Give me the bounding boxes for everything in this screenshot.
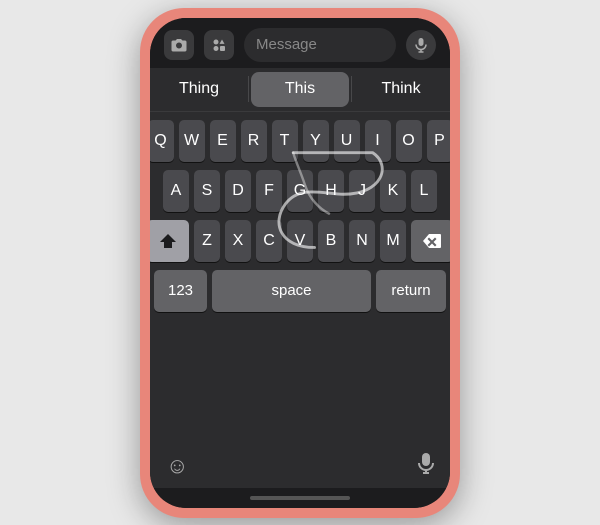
key-u[interactable]: U bbox=[334, 120, 360, 162]
key-y[interactable]: Y bbox=[303, 120, 329, 162]
key-e[interactable]: E bbox=[210, 120, 236, 162]
bottom-bar: ☺ bbox=[150, 444, 450, 488]
key-a[interactable]: A bbox=[163, 170, 189, 212]
predictive-this[interactable]: This bbox=[251, 72, 349, 107]
key-s[interactable]: S bbox=[194, 170, 220, 212]
key-j[interactable]: J bbox=[349, 170, 375, 212]
key-q[interactable]: Q bbox=[150, 120, 174, 162]
key-c[interactable]: C bbox=[256, 220, 282, 262]
key-m[interactable]: M bbox=[380, 220, 406, 262]
key-l[interactable]: L bbox=[411, 170, 437, 212]
key-b[interactable]: B bbox=[318, 220, 344, 262]
home-bar bbox=[250, 496, 350, 500]
home-indicator bbox=[150, 488, 450, 508]
message-placeholder: Message bbox=[256, 36, 317, 53]
pred-divider-left bbox=[248, 76, 249, 102]
key-f[interactable]: F bbox=[256, 170, 282, 212]
key-v[interactable]: V bbox=[287, 220, 313, 262]
keyboard-area: Q W E R T Y U I O P A S D F G H J K bbox=[150, 112, 450, 444]
key-r[interactable]: R bbox=[241, 120, 267, 162]
key-x[interactable]: X bbox=[225, 220, 251, 262]
key-t[interactable]: T bbox=[272, 120, 298, 162]
predictive-think[interactable]: Think bbox=[352, 68, 450, 111]
key-p[interactable]: P bbox=[427, 120, 451, 162]
key-row-2: A S D F G H J K L bbox=[154, 170, 446, 212]
key-row-4: 123 space return bbox=[154, 270, 446, 312]
key-row-1: Q W E R T Y U I O P bbox=[154, 120, 446, 162]
predictive-bar: Thing This Think bbox=[150, 68, 450, 112]
key-i[interactable]: I bbox=[365, 120, 391, 162]
message-input[interactable]: Message bbox=[244, 28, 396, 62]
space-key[interactable]: space bbox=[212, 270, 371, 312]
mic-bottom-icon[interactable] bbox=[418, 452, 434, 480]
emoji-icon[interactable]: ☺ bbox=[166, 453, 188, 479]
key-g[interactable]: G bbox=[287, 170, 313, 212]
apps-icon[interactable] bbox=[204, 30, 234, 60]
phone-frame: Message Thing This Think bbox=[140, 8, 460, 518]
shift-key[interactable] bbox=[150, 220, 189, 262]
mic-top-icon[interactable] bbox=[406, 30, 436, 60]
key-h[interactable]: H bbox=[318, 170, 344, 212]
phone-screen: Message Thing This Think bbox=[150, 18, 450, 508]
key-d[interactable]: D bbox=[225, 170, 251, 212]
key-n[interactable]: N bbox=[349, 220, 375, 262]
return-key[interactable]: return bbox=[376, 270, 446, 312]
key-row-3: Z X C V B N M bbox=[154, 220, 446, 262]
key-w[interactable]: W bbox=[179, 120, 205, 162]
delete-key[interactable] bbox=[411, 220, 450, 262]
key-k[interactable]: K bbox=[380, 170, 406, 212]
key-z[interactable]: Z bbox=[194, 220, 220, 262]
top-bar: Message bbox=[150, 18, 450, 68]
key-o[interactable]: O bbox=[396, 120, 422, 162]
camera-icon[interactable] bbox=[164, 30, 194, 60]
predictive-thing[interactable]: Thing bbox=[150, 68, 248, 111]
numbers-key[interactable]: 123 bbox=[154, 270, 207, 312]
